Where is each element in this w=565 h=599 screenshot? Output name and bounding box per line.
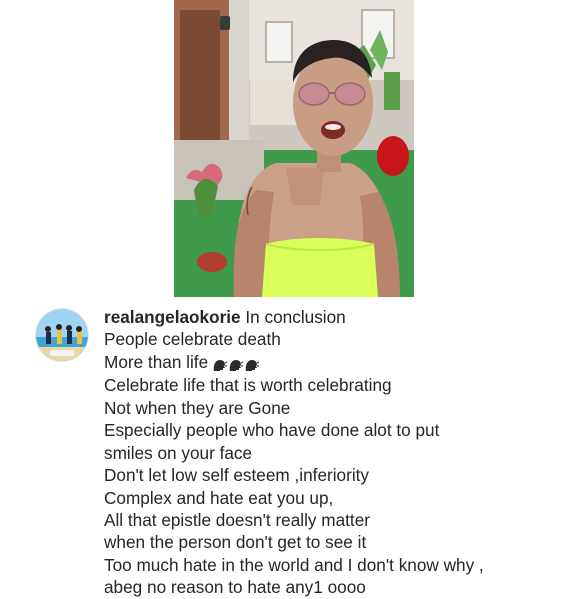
caption-line: More than life — [104, 351, 554, 375]
username-link[interactable]: realangelaokorie — [104, 307, 241, 327]
caption-line: People celebrate death — [104, 329, 281, 350]
caption-line: Not when they are Gone — [104, 397, 291, 418]
caption-block: realangelaokorie In conclusion People ce… — [0, 298, 565, 597]
video-scene — [174, 0, 414, 297]
speaking-head-icon — [213, 359, 228, 371]
speaking-head-icon — [245, 359, 260, 371]
caption-line-1: realangelaokorie In conclusion — [104, 306, 554, 328]
caption-line: smiles on your face — [104, 442, 253, 463]
avatar[interactable] — [35, 308, 89, 362]
post-video[interactable] — [174, 0, 414, 297]
caption-text-segment: More than life — [104, 351, 209, 372]
caption-line: when the person don't get to see it — [104, 532, 367, 553]
caption-line: Don't let low self esteem ,inferiority — [104, 465, 370, 486]
speaking-head-icon — [229, 359, 244, 371]
avatar-beach-image — [36, 309, 88, 361]
caption-line: Celebrate life that is worth celebrating — [104, 375, 392, 396]
caption-line: All that epistle doesn't really matter — [104, 509, 370, 530]
caption-line: Complex and hate eat you up, — [104, 487, 334, 508]
caption-text: realangelaokorie In conclusion People ce… — [104, 306, 554, 599]
caption-line: Too much hate in the world and I don't k… — [104, 554, 484, 575]
caption-line: Especially people who have done alot to … — [104, 420, 440, 441]
caption-line: abeg no reason to hate any1 oooo — [104, 577, 366, 598]
emoji-group — [212, 352, 260, 374]
caption-text-segment: In conclusion — [245, 307, 346, 327]
